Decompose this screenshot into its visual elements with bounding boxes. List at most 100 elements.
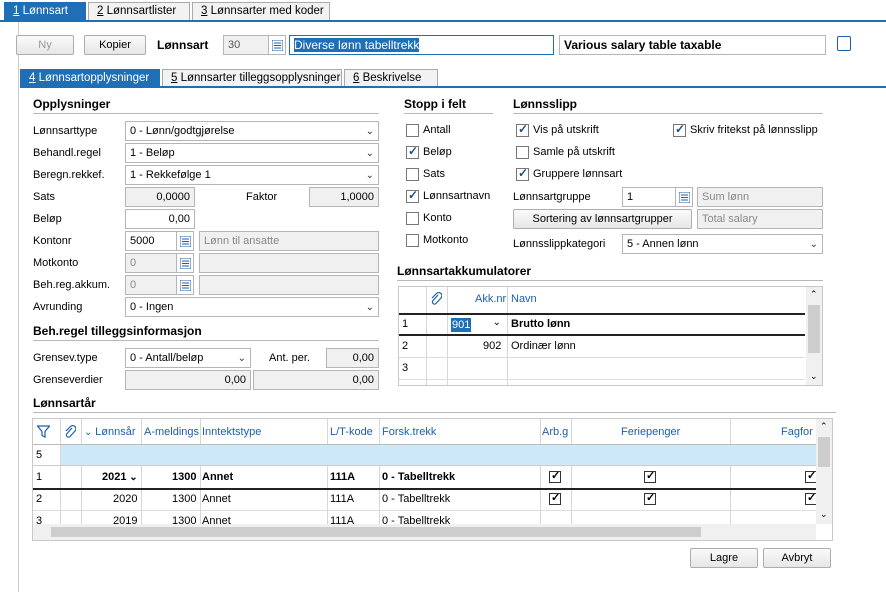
grid-divider: [141, 419, 142, 540]
grid-divider: [447, 287, 448, 385]
year-row-arbg-checkbox[interactable]: [549, 491, 561, 505]
col-navn[interactable]: Navn: [511, 289, 537, 309]
grenseverdi-2-field[interactable]: 0,00: [253, 370, 379, 390]
avrunding-select[interactable]: 0 - Ingen ⌄: [125, 297, 379, 317]
chevron-down-icon: ⌄: [365, 302, 374, 313]
faktor-field[interactable]: 1,0000: [309, 187, 379, 207]
copy-button[interactable]: Kopier: [84, 35, 146, 55]
scroll-up-icon: ⌃: [810, 289, 818, 299]
col-a-meldings[interactable]: A-meldings: [144, 422, 199, 442]
col-lt-kode[interactable]: L/T-kode: [330, 422, 373, 442]
year-row-amel: 1300: [172, 471, 197, 483]
gruppere-lonnsart-checkbox[interactable]: [516, 166, 529, 181]
col-feriepenger[interactable]: Feriepenger: [621, 422, 680, 442]
lonnsarttype-label: Lønnsarttype: [33, 125, 98, 137]
tab-lonnsartlister[interactable]: 2 Lønnsartlister: [88, 2, 190, 20]
year-row-forsk: 0 - Tabelltrekk: [382, 493, 451, 505]
new-row[interactable]: [61, 445, 816, 465]
kontonr-lookup-button[interactable]: [176, 231, 194, 251]
scrollbar-thumb[interactable]: [808, 305, 820, 353]
sortering-button[interactable]: Sortering av lønnsartgrupper: [513, 209, 692, 229]
new-button[interactable]: Ny: [16, 35, 74, 55]
lonnsart-lookup-button[interactable]: [268, 35, 286, 55]
kontonr-field[interactable]: 5000: [125, 231, 177, 251]
lonnsartar-hscrollbar[interactable]: [33, 524, 816, 540]
stopp-lonnsartnavn-checkbox[interactable]: [406, 188, 419, 203]
year-row-year[interactable]: 2021 ⌄: [102, 467, 138, 488]
stopp-antall-checkbox[interactable]: [406, 124, 419, 137]
chevron-down-icon: ⌄: [365, 148, 374, 159]
lonnsart-number-field[interactable]: 30: [223, 35, 269, 55]
chevron-down-icon: ⌄: [365, 170, 374, 181]
stopp-sats-checkbox[interactable]: [406, 168, 419, 181]
lonnsartgruppe-lookup-button[interactable]: [675, 187, 693, 207]
beregn-select[interactable]: 1 - Rekkefølge 1 ⌄: [125, 165, 379, 185]
col-arb-g[interactable]: Arb.g: [542, 422, 568, 442]
akk-nr-editor[interactable]: 901 ⌄: [449, 317, 505, 333]
motkonto-name-field: [199, 253, 379, 273]
behreg-lookup-button[interactable]: [176, 275, 194, 295]
antper-label: Ant. per.: [269, 352, 310, 364]
year-row-feriepenger-checkbox[interactable]: [644, 491, 656, 505]
beregn-label: Beregn.rekkef.: [33, 169, 105, 181]
stopp-belop-checkbox[interactable]: [406, 144, 419, 159]
scrollbar-thumb[interactable]: [51, 527, 701, 537]
name-no-field[interactable]: Diverse lønn tabelltrekk: [289, 35, 554, 55]
lonnsartar-vscrollbar[interactable]: ⌃ ⌄: [816, 419, 832, 524]
akk-scrollbar[interactable]: ⌃ ⌄: [806, 287, 822, 385]
skriv-fritekst-checkbox[interactable]: [673, 122, 686, 137]
lonnsartar-divider: [33, 412, 836, 413]
behreg-field[interactable]: 0: [125, 275, 177, 295]
motkonto-lookup-button[interactable]: [176, 253, 194, 273]
lonnsslippkategori-select[interactable]: 5 - Annen lønn ⌄: [622, 234, 823, 254]
grid-row-line: [33, 465, 816, 466]
tab-lonnsartopplysninger[interactable]: 4 Lønnsartopplysninger: [20, 69, 160, 87]
stopp-konto-checkbox[interactable]: [406, 212, 419, 225]
tab-lonnsart[interactable]: 1 Lønnsart: [4, 2, 86, 20]
grenseverdi-1-field[interactable]: 0,00: [125, 370, 251, 390]
save-button[interactable]: Lagre: [690, 548, 758, 568]
samle-pa-utskrift-checkbox[interactable]: [516, 146, 529, 159]
grid-divider: [540, 419, 541, 540]
sats-field[interactable]: 0,0000: [125, 187, 195, 207]
col-lonnsar[interactable]: ⌄ Lønnsår: [84, 422, 136, 443]
scrollbar-thumb[interactable]: [818, 437, 830, 467]
col-inntektstype[interactable]: Inntektstype: [202, 422, 261, 442]
antper-field[interactable]: 0,00: [326, 348, 379, 368]
samle-pa-utskrift-label: Samle på utskrift: [533, 146, 615, 158]
note-icon[interactable]: [837, 36, 851, 51]
year-row-lt: 111A: [330, 471, 356, 483]
grensev-select[interactable]: 0 - Antall/beløp ⌄: [125, 348, 251, 368]
lonnsarttype-select[interactable]: 0 - Lønn/godtgjørelse ⌄: [125, 121, 379, 141]
year-row-feriepenger-checkbox[interactable]: [644, 469, 656, 483]
behandl-select[interactable]: 1 - Beløp ⌄: [125, 143, 379, 163]
tab-lonnsarter-med-koder[interactable]: 3 Lønnsarter med koder: [192, 2, 330, 20]
stopp-konto-label: Konto: [423, 212, 452, 224]
behandl-label: Behandl.regel: [33, 147, 101, 159]
belop-field[interactable]: 0,00: [125, 209, 195, 229]
stopp-motkonto-checkbox[interactable]: [406, 234, 419, 247]
col-forsk-trekk[interactable]: Forsk.trekk: [382, 422, 436, 442]
year-row-inntekt: Annet: [202, 471, 234, 483]
col-fagfor[interactable]: Fagfor: [781, 422, 813, 442]
scroll-down-icon: ⌄: [820, 509, 828, 519]
lonnsartgruppe-field[interactable]: 1: [622, 187, 676, 207]
year-row-year: 2020: [113, 493, 138, 505]
akkumulatorer-divider: [397, 280, 823, 281]
faktor-label: Faktor: [246, 191, 278, 203]
year-row-arbg-checkbox[interactable]: [549, 469, 561, 483]
filter-icon[interactable]: [37, 425, 50, 438]
behreg-label: Beh.reg.akkum.: [33, 279, 111, 291]
col-akknr[interactable]: Akk.nr: [475, 289, 506, 309]
year-row-forsk: 0 - Tabelltrekk: [382, 471, 456, 483]
list-icon: [180, 280, 191, 291]
motkonto-field[interactable]: 0: [125, 253, 177, 273]
vis-pa-utskrift-checkbox[interactable]: [516, 122, 529, 137]
grid-divider: [571, 419, 572, 540]
tab-beskrivelse[interactable]: 6 Beskrivelse: [344, 69, 438, 87]
grid-row-line: [399, 334, 805, 336]
tab-lonnsarter-tilleggsopplysninger[interactable]: 5 Lønnsarter tilleggsopplysninger: [162, 69, 342, 87]
name-en-field[interactable]: Various salary table taxable: [559, 35, 826, 55]
year-row-num: 2: [36, 493, 43, 505]
cancel-button[interactable]: Avbryt: [763, 548, 831, 568]
